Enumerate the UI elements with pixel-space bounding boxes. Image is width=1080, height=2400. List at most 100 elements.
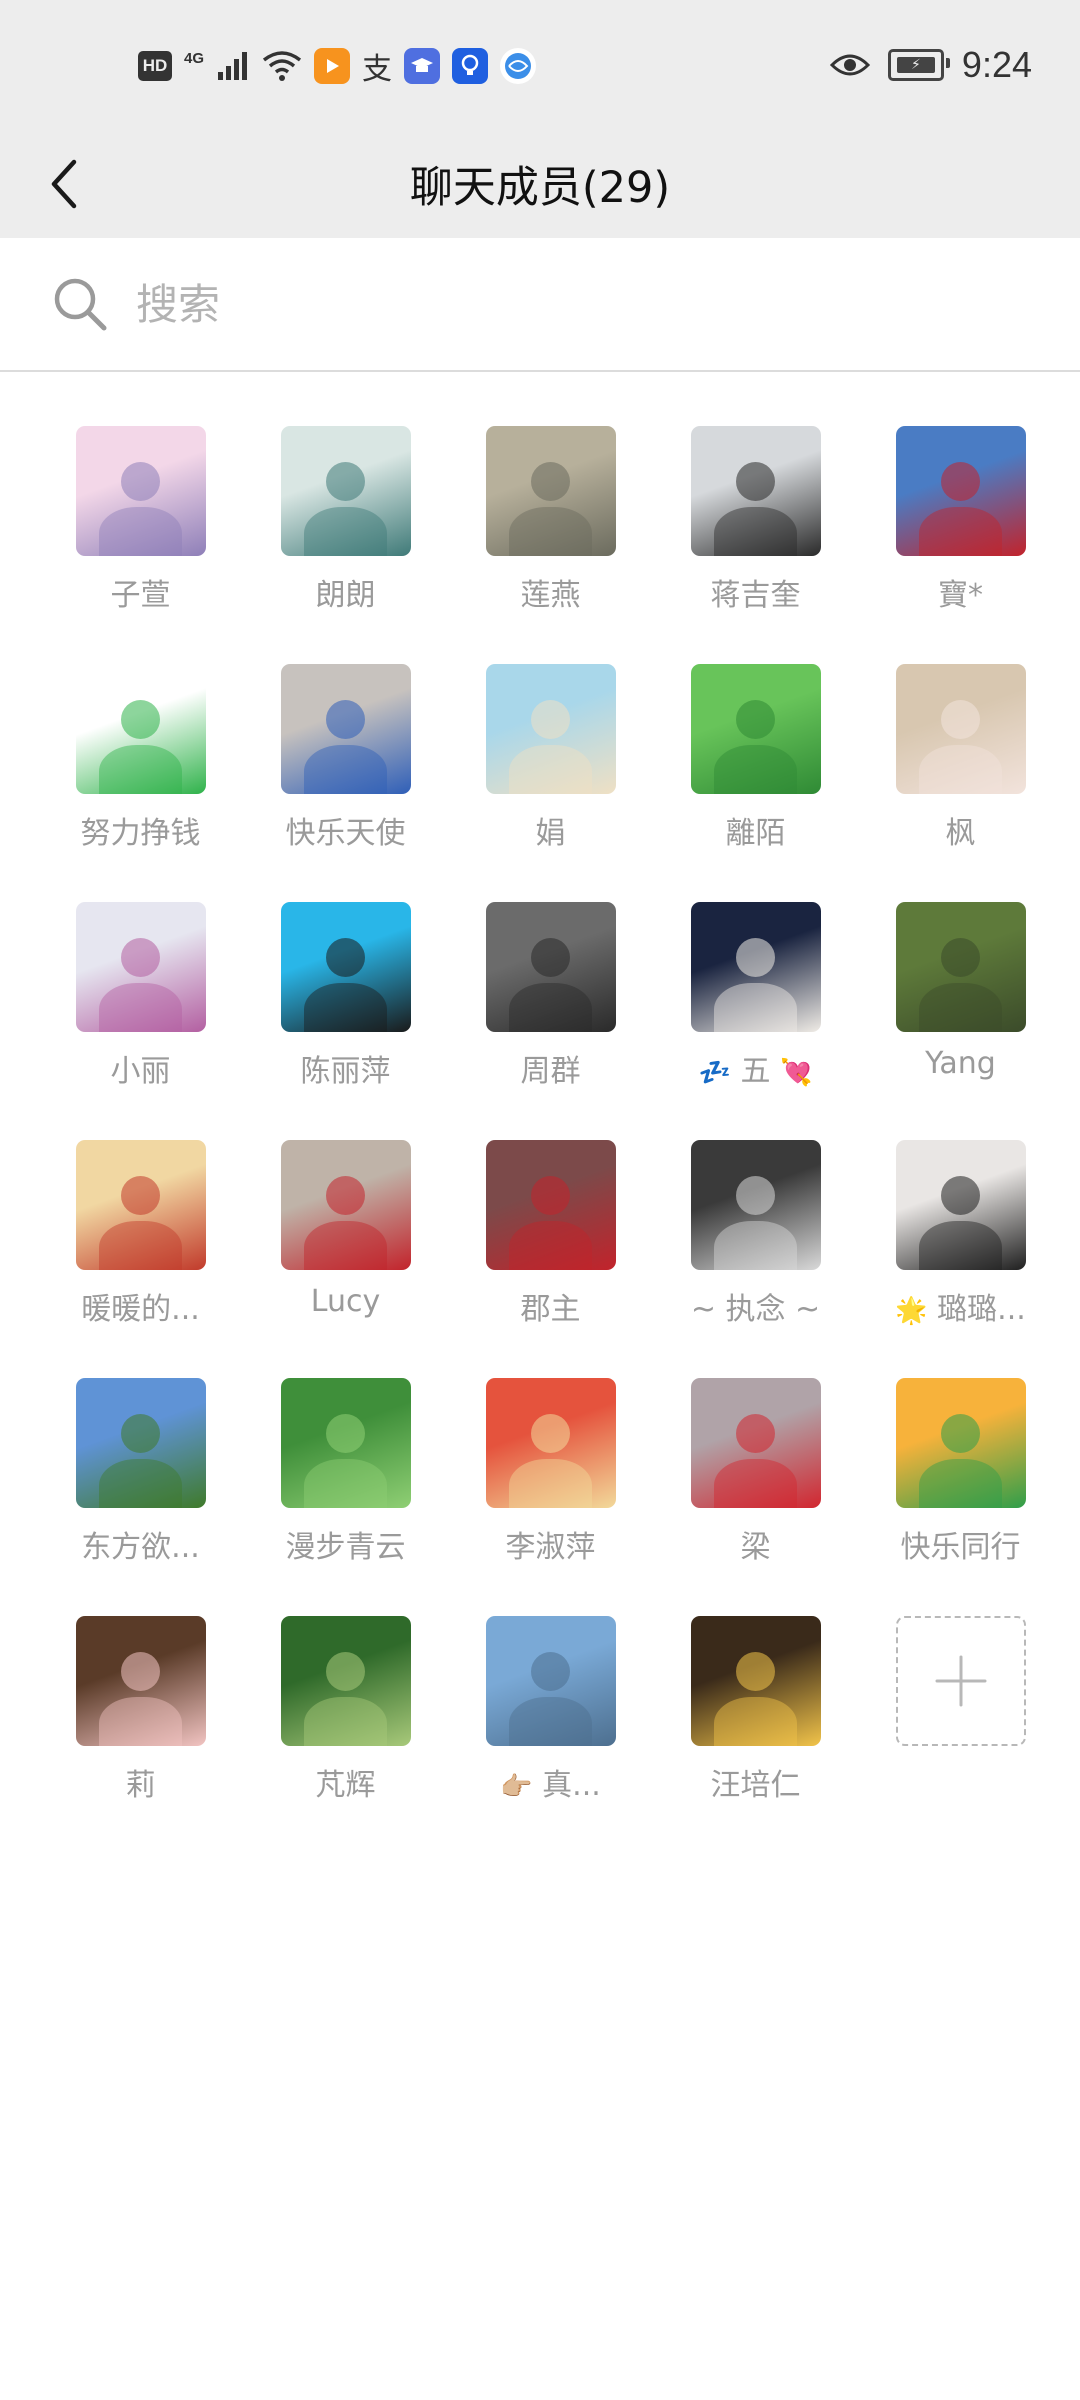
network-type-label: 4G	[184, 49, 205, 67]
piglets-avatar	[75, 1616, 206, 1746]
member-name-text: 李淑萍	[505, 1530, 596, 1565]
member-item[interactable]: 汪培仁	[653, 1616, 858, 1854]
member-item[interactable]: 枫	[858, 664, 1063, 902]
greeting-card-avatar	[895, 1378, 1026, 1508]
bulb-app-icon	[452, 48, 489, 84]
status-icons-left: HD 4G 支	[138, 44, 537, 88]
member-name: 娟	[456, 808, 646, 852]
flower-vase-avatar	[75, 902, 206, 1032]
member-name-text: 陈丽萍	[300, 1054, 391, 1089]
search-bar	[0, 238, 1080, 372]
member-name-text: 周群	[520, 1054, 581, 1089]
search-input[interactable]	[134, 278, 938, 330]
member-item[interactable]: 周群	[448, 902, 653, 1140]
member-item[interactable]: 娟	[448, 664, 653, 902]
member-name-text: 努力挣钱	[80, 816, 201, 851]
member-name: 郡主	[456, 1284, 646, 1328]
member-name: 莲燕	[456, 570, 646, 614]
member-item[interactable]: 快乐天使	[243, 664, 448, 902]
browser-app-icon	[500, 48, 537, 84]
member-item[interactable]: 芃辉	[243, 1616, 448, 1854]
member-name: 蒋吉奎	[661, 570, 851, 614]
add-member-button[interactable]	[858, 1616, 1063, 1854]
member-item[interactable]: 梁	[653, 1378, 858, 1616]
member-item[interactable]: 东方欲...	[38, 1378, 243, 1616]
member-name: 东方欲...	[46, 1522, 236, 1566]
status-icons-right: ⚡ 9:24	[829, 42, 1032, 88]
nav-bar: 聊天成员(29)	[0, 130, 1080, 238]
member-item[interactable]: 漫步青云	[243, 1378, 448, 1616]
member-name: 漫步青云	[251, 1522, 441, 1566]
member-item[interactable]: 努力挣钱	[38, 664, 243, 902]
member-item[interactable]: 💤 五 💘	[653, 902, 858, 1140]
illustration-avatar	[75, 1140, 206, 1270]
member-item[interactable]: 郡主	[448, 1140, 653, 1378]
member-name-text: 寶*	[938, 578, 983, 613]
member-item[interactable]: Yang	[858, 902, 1063, 1140]
member-name: 汪培仁	[661, 1760, 851, 1804]
family-photo-avatar	[690, 1378, 821, 1508]
cartoon-girl-avatar	[75, 426, 206, 556]
search-icon	[54, 278, 107, 331]
member-item[interactable]: 快乐同行	[858, 1378, 1063, 1616]
battery-icon: ⚡	[887, 49, 950, 81]
member-name-text: 朗朗	[315, 578, 376, 613]
member-name-text: 璐璐...	[937, 1292, 1026, 1327]
member-item[interactable]: 暖暖的...	[38, 1140, 243, 1378]
member-name: 周群	[456, 1046, 646, 1090]
hd-icon: HD	[138, 51, 172, 81]
green-logo-avatar	[75, 664, 206, 794]
tree-avatar	[280, 1616, 411, 1746]
member-name: 莉	[46, 1760, 236, 1804]
green-plant-avatar	[280, 1378, 411, 1508]
member-name-text: 小丽	[110, 1054, 171, 1089]
member-item[interactable]: 莲燕	[448, 426, 653, 664]
sea-sunrise-avatar	[280, 426, 411, 556]
member-name-text: 芃辉	[315, 1768, 376, 1803]
member-name-text: 莲燕	[520, 578, 581, 613]
member-item[interactable]: 李淑萍	[448, 1378, 653, 1616]
member-name: 努力挣钱	[46, 808, 236, 852]
member-name-text: Lucy	[310, 1284, 381, 1319]
member-name: ~ 执念 ~	[661, 1284, 851, 1328]
member-name: 梁	[661, 1522, 851, 1566]
page-title: 聊天成员(29)	[409, 163, 671, 213]
white-cat-avatar	[690, 902, 821, 1032]
member-item[interactable]: 莉	[38, 1616, 243, 1854]
woman-portrait-avatar	[280, 664, 411, 794]
member-name: 李淑萍	[456, 1522, 646, 1566]
member-name: 枫	[866, 808, 1056, 852]
man-portrait-avatar	[690, 426, 821, 556]
member-item[interactable]: 陈丽萍	[243, 902, 448, 1140]
member-item[interactable]: 👉🏼 真...	[448, 1616, 653, 1854]
member-item[interactable]: 朗朗	[243, 426, 448, 664]
member-name: Yang	[866, 1046, 1056, 1081]
member-name: 快乐同行	[866, 1522, 1056, 1566]
status-bar: HD 4G 支 ⚡ 9:24	[0, 0, 1080, 130]
member-item[interactable]: 🌟 璐璐...	[858, 1140, 1063, 1378]
member-name: 子萱	[46, 570, 236, 614]
name-prefix-emoji: 💤	[698, 1058, 731, 1088]
member-item[interactable]: ~ 执念 ~	[653, 1140, 858, 1378]
member-name-text: 快乐天使	[285, 816, 406, 851]
girl-selfie-avatar	[895, 664, 1026, 794]
member-item[interactable]: 寶*	[858, 426, 1063, 664]
member-name-text: 暖暖的...	[81, 1292, 200, 1327]
back-button[interactable]	[30, 150, 98, 218]
garden-avatar	[895, 902, 1026, 1032]
woman-red-avatar	[280, 1140, 411, 1270]
woman-id-photo-avatar	[280, 902, 411, 1032]
video-app-icon	[314, 48, 351, 84]
member-name: 🌟 璐璐...	[866, 1284, 1056, 1328]
man-suit-avatar	[485, 902, 616, 1032]
toy-figure-avatar	[485, 664, 616, 794]
member-name: 朗朗	[251, 570, 441, 614]
member-name-text: 漫步青云	[285, 1530, 406, 1565]
member-item[interactable]: Lucy	[243, 1140, 448, 1378]
eye-comfort-icon	[829, 47, 870, 83]
member-item[interactable]: 離陌	[653, 664, 858, 902]
member-item[interactable]: 子萱	[38, 426, 243, 664]
member-item[interactable]: 小丽	[38, 902, 243, 1140]
member-name: 暖暖的...	[46, 1284, 236, 1328]
member-item[interactable]: 蒋吉奎	[653, 426, 858, 664]
